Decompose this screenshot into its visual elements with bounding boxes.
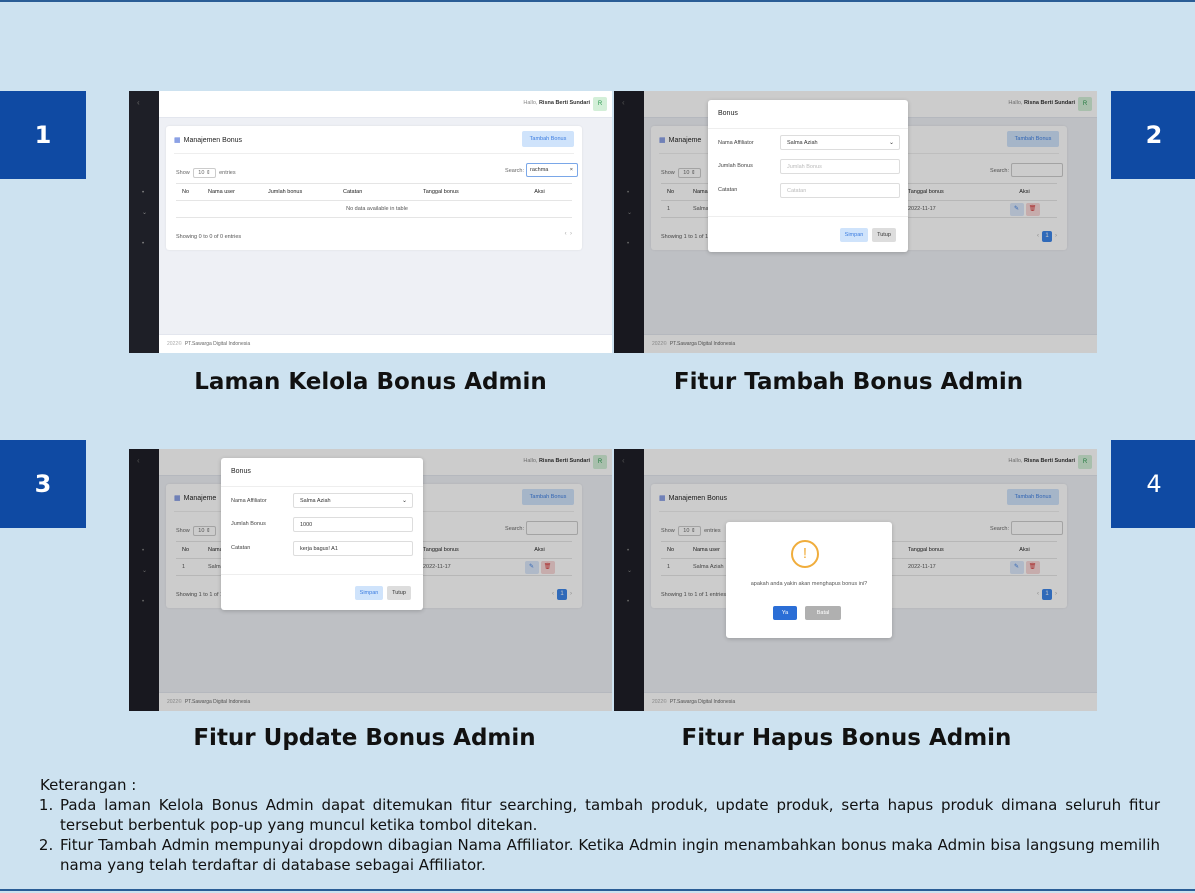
sidebar-bullet-icon[interactable]: •	[142, 190, 144, 196]
warning-icon: !	[791, 540, 819, 568]
cancel-button[interactable]: Batal	[805, 606, 841, 620]
col-catatan[interactable]: Catatan	[337, 183, 417, 201]
tutup-button[interactable]: Tutup	[387, 586, 411, 600]
step-marker-1: 1	[0, 91, 86, 179]
col-tanggal-bonus[interactable]: Tanggal bonus	[417, 183, 507, 201]
sidebar-bullet-icon[interactable]: •	[142, 241, 144, 247]
chevron-down-icon: ⌄	[888, 140, 894, 146]
label-nama-affiliator: Nama Affiliator	[718, 140, 754, 146]
caption-update: Fitur Update Bonus Admin	[193, 725, 536, 751]
affiliator-select[interactable]: Salma Aziah ⌄	[780, 135, 900, 150]
simpan-button[interactable]: Simpan	[840, 228, 868, 242]
modal-title: Bonus	[718, 110, 738, 117]
simpan-button[interactable]: Simpan	[355, 586, 383, 600]
chevron-down-icon: ⌄	[401, 498, 407, 504]
col-nama-user[interactable]: Nama user	[202, 183, 262, 201]
bonus-table: No Nama user Jumlah bonus Catatan Tangga…	[176, 183, 572, 218]
confirm-yes-button[interactable]: Ya	[773, 606, 797, 620]
keterangan-item-1: Pada laman Kelola Bonus Admin dapat dite…	[58, 795, 1160, 835]
empty-row: No data available in table	[176, 200, 572, 218]
chevron-down-icon[interactable]: ⌄	[142, 209, 147, 216]
step-marker-2: 2	[1111, 91, 1195, 179]
clear-icon[interactable]: ×	[570, 167, 573, 173]
step-marker-4: 4	[1111, 440, 1195, 528]
screenshot-kelola-bonus: ‹ • ⌄ • Hallo, Risna Berti Sundari R ▦ Manaj…	[129, 91, 612, 353]
top-border-line	[0, 0, 1195, 2]
greeting: Hallo, Risna Berti Sundari	[523, 100, 590, 106]
grid-icon: ▦	[174, 137, 181, 144]
col-no[interactable]: No	[176, 183, 202, 201]
screenshot-update-bonus: ‹ • ⌄ • Hallo, Risna Berti Sundari R ▦ Manaj…	[129, 449, 612, 711]
next-icon[interactable]: ›	[570, 231, 572, 237]
keterangan-section: Keterangan : Pada laman Kelola Bonus Adm…	[40, 775, 1160, 875]
label-catatan: Catatan	[231, 545, 251, 551]
label-catatan: Catatan	[718, 187, 738, 193]
col-aksi[interactable]: Aksi	[507, 183, 572, 201]
delete-confirm-dialog: ! apakah anda yakin akan menghapus bonus…	[726, 522, 892, 638]
caption-kelola: Laman Kelola Bonus Admin	[194, 369, 547, 395]
keterangan-item-2: Fitur Tambah Admin mempunyai dropdown di…	[58, 835, 1160, 875]
sidebar: ‹ • ⌄ •	[129, 91, 159, 353]
tutup-button[interactable]: Tutup	[872, 228, 896, 242]
step-marker-3: 3	[0, 440, 86, 528]
caption-tambah: Fitur Tambah Bonus Admin	[673, 369, 1024, 395]
label-jumlah-bonus: Jumlah Bonus	[718, 163, 753, 169]
table-info: Showing 0 to 0 of 0 entries	[176, 234, 242, 240]
screenshot-hapus-bonus: ‹ • ⌄ • Hallo, Risna Berti Sundari R ▦ Manaj…	[614, 449, 1097, 711]
col-jumlah-bonus[interactable]: Jumlah bonus	[262, 183, 337, 201]
sidebar-toggle-icon[interactable]: ‹	[137, 98, 140, 107]
bonus-card: ▦ Manajemen Bonus Tambah Bonus Show 10 ⇕ …	[166, 126, 582, 250]
add-bonus-modal: Bonus Nama Affiliator Salma Aziah ⌄ Jumla…	[708, 100, 908, 252]
topbar: Hallo, Risna Berti Sundari R	[159, 91, 612, 118]
screenshot-tambah-bonus: ‹ • ⌄ • Hallo, Risna Berti Sundari R ▦ Manaj…	[614, 91, 1097, 353]
keterangan-heading: Keterangan :	[40, 776, 137, 794]
avatar[interactable]: R	[593, 97, 607, 111]
jumlah-bonus-input[interactable]: 1000	[293, 517, 413, 532]
search-label: Search:	[505, 168, 524, 174]
catatan-input[interactable]: Catatan	[780, 183, 900, 198]
bottom-border-line	[0, 889, 1195, 891]
search-input[interactable]: rachma ×	[526, 163, 578, 177]
catatan-input[interactable]: kerja bagus! A1	[293, 541, 413, 556]
entries-selector: Show 10 ⇕ entries	[176, 168, 236, 178]
caption-hapus: Fitur Hapus Bonus Admin	[681, 725, 1012, 751]
pagination: ‹ ›	[565, 231, 572, 237]
delete-confirm-message: apakah anda yakin akan menghapus bonus i…	[750, 581, 868, 587]
footer: 2022© PT.Sawarga Digital Indonesia	[159, 334, 612, 353]
add-bonus-button[interactable]: Tambah Bonus	[522, 131, 574, 147]
update-bonus-modal: Bonus Nama Affiliator Salma Aziah ⌄ Jumla…	[221, 458, 423, 610]
affiliator-select[interactable]: Salma Aziah ⌄	[293, 493, 413, 508]
jumlah-bonus-input[interactable]: Jumlah Bonus	[780, 159, 900, 174]
label-jumlah-bonus: Jumlah Bonus	[231, 521, 266, 527]
prev-icon[interactable]: ‹	[565, 231, 567, 237]
label-nama-affiliator: Nama Affiliator	[231, 498, 267, 504]
modal-title: Bonus	[231, 468, 251, 475]
per-page-select[interactable]: 10 ⇕	[193, 168, 216, 178]
page-title: ▦ Manajemen Bonus	[174, 137, 242, 144]
